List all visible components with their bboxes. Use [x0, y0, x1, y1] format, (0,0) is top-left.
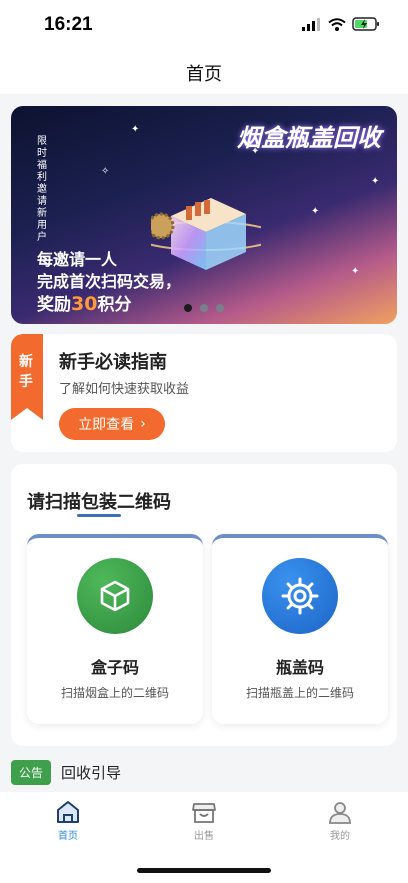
- box-icon-circle: [77, 558, 153, 634]
- cap-code-name: 瓶盖码: [275, 658, 324, 677]
- cap-code-tile[interactable]: 瓶盖码 扫描瓶盖上的二维码: [212, 534, 388, 724]
- carousel-dots[interactable]: [11, 304, 397, 312]
- title-underline: [77, 514, 121, 517]
- cap-gear-icon: [281, 577, 319, 615]
- guide-title: 新手必读指南: [59, 352, 167, 373]
- promo-banner[interactable]: ✦ ✦ ✦ ✦ ✧ ✦ 烟盒瓶盖回收 限时福利 邀请新用户 每邀请一人 完成首次…: [11, 106, 397, 324]
- status-bar: 16:21: [0, 0, 408, 52]
- notice-bar[interactable]: 公告 回收引导: [11, 760, 121, 785]
- scan-section: 请扫描包装二维码 盒子码 扫描烟盒上的二维码 瓶盖码 扫描瓶盖上的二维码: [11, 464, 397, 746]
- scan-section-title: 请扫描包装二维码: [27, 492, 171, 513]
- notice-badge: 公告: [11, 760, 52, 785]
- nav-bar: 首页: [0, 52, 408, 94]
- banner-line-2: 完成首次扫码交易，: [37, 272, 182, 291]
- tab-sell-label: 出售: [194, 831, 214, 842]
- chevron-right-icon: ›: [140, 416, 146, 432]
- banner-title: 烟盒瓶盖回收: [237, 124, 381, 152]
- tab-mine-label: 我的: [330, 831, 350, 842]
- beginner-guide-card[interactable]: 新手 新手必读指南 了解如何快速获取收益 立即查看 ›: [11, 334, 397, 452]
- notice-text[interactable]: 回收引导: [61, 762, 121, 783]
- user-icon: [329, 802, 351, 824]
- guide-subtitle: 了解如何快速获取收益: [59, 382, 190, 397]
- tab-home[interactable]: 首页: [38, 800, 98, 842]
- tab-mine[interactable]: 我的: [310, 800, 370, 842]
- view-now-button[interactable]: 立即查看 ›: [59, 408, 165, 440]
- cap-code-desc: 扫描瓶盖上的二维码: [245, 686, 354, 700]
- battery-icon: [352, 17, 379, 31]
- carousel-dot[interactable]: [216, 304, 224, 312]
- home-indicator[interactable]: [137, 868, 271, 873]
- carousel-dot[interactable]: [184, 304, 192, 312]
- box-code-name: 盒子码: [90, 658, 139, 677]
- banner-vertical-text: 限时福利 邀请新用户: [37, 136, 47, 243]
- cap-icon-circle: [262, 558, 338, 634]
- box-icon: [100, 580, 130, 612]
- shop-icon: [192, 803, 216, 823]
- tab-sell[interactable]: 出售: [174, 800, 234, 842]
- box-code-tile[interactable]: 盒子码 扫描烟盒上的二维码: [27, 534, 203, 724]
- home-icon: [57, 801, 79, 823]
- status-time: 16:21: [44, 14, 93, 35]
- signal-icon: [302, 17, 320, 31]
- box-code-desc: 扫描烟盒上的二维码: [60, 686, 169, 700]
- status-icons: [302, 17, 380, 31]
- cigarette-box-illustration: [151, 198, 261, 270]
- wifi-icon: [328, 17, 346, 31]
- page-title: 首页: [186, 64, 222, 85]
- guide-ribbon-label: 新手: [19, 354, 33, 390]
- banner-line-1: 每邀请一人: [37, 250, 118, 269]
- carousel-dot[interactable]: [200, 304, 208, 312]
- view-now-label: 立即查看: [78, 417, 135, 433]
- tab-home-label: 首页: [58, 831, 78, 842]
